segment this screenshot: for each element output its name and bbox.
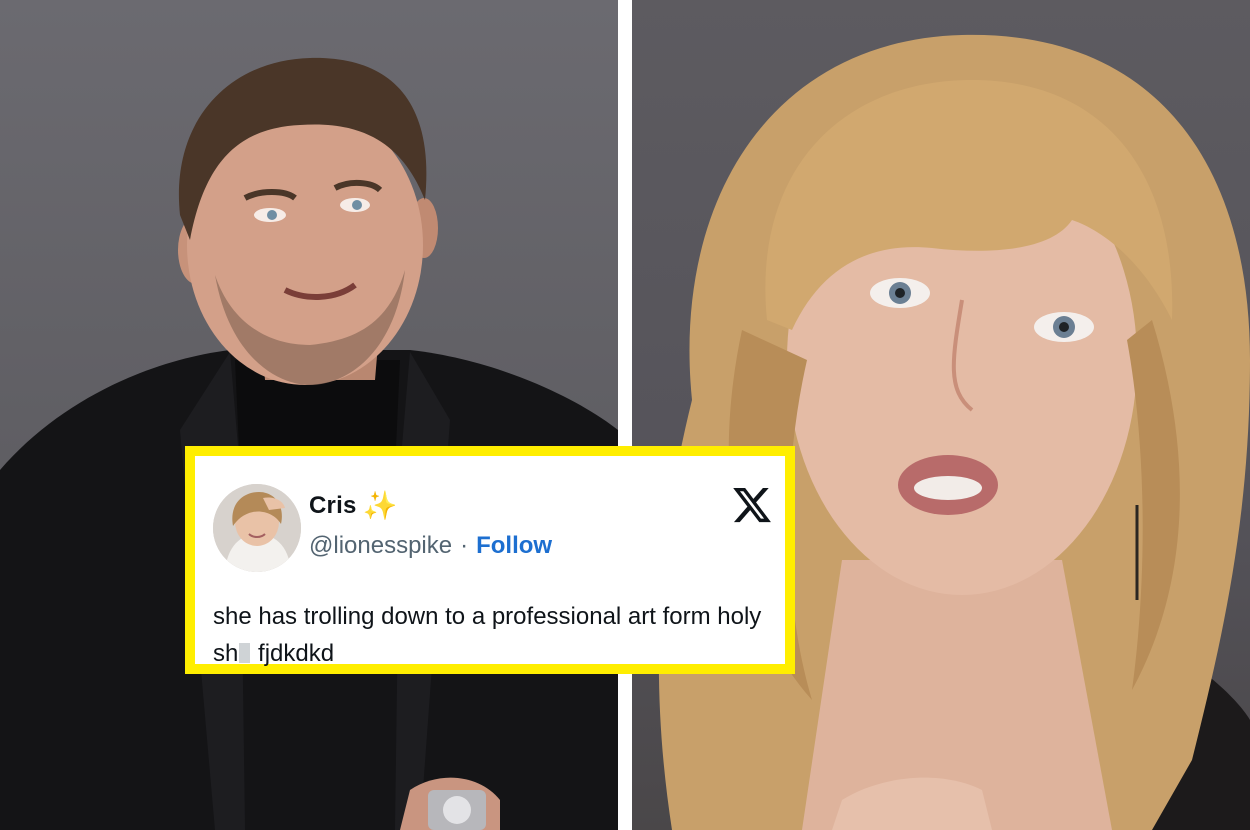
tweet-card[interactable]: Cris ✨ @lionesspike · Follow she has tro… <box>185 446 795 674</box>
censor-block <box>239 643 251 663</box>
display-name[interactable]: Cris <box>309 492 357 520</box>
panel-divider <box>618 0 632 830</box>
left-photo-panel <box>0 0 618 830</box>
follow-button[interactable]: Follow <box>476 532 552 560</box>
avatar-image <box>213 484 301 572</box>
sparkles-emoji: ✨ <box>362 490 398 521</box>
tweet-text: she has trolling down to a professional … <box>213 598 773 672</box>
x-logo-icon[interactable] <box>731 484 773 526</box>
woman-photo <box>658 34 1250 830</box>
right-photo-panel <box>632 0 1250 830</box>
separator-dot: · <box>460 532 469 559</box>
author-name-row: Cris ✨ <box>309 492 397 520</box>
handle-row: @lionesspike · Follow <box>309 532 552 560</box>
user-handle[interactable]: @lionesspike <box>309 532 452 560</box>
profile-avatar[interactable] <box>213 484 301 572</box>
man-photo <box>0 57 618 830</box>
tweet-text-part2: fjdkdkd <box>251 640 335 667</box>
